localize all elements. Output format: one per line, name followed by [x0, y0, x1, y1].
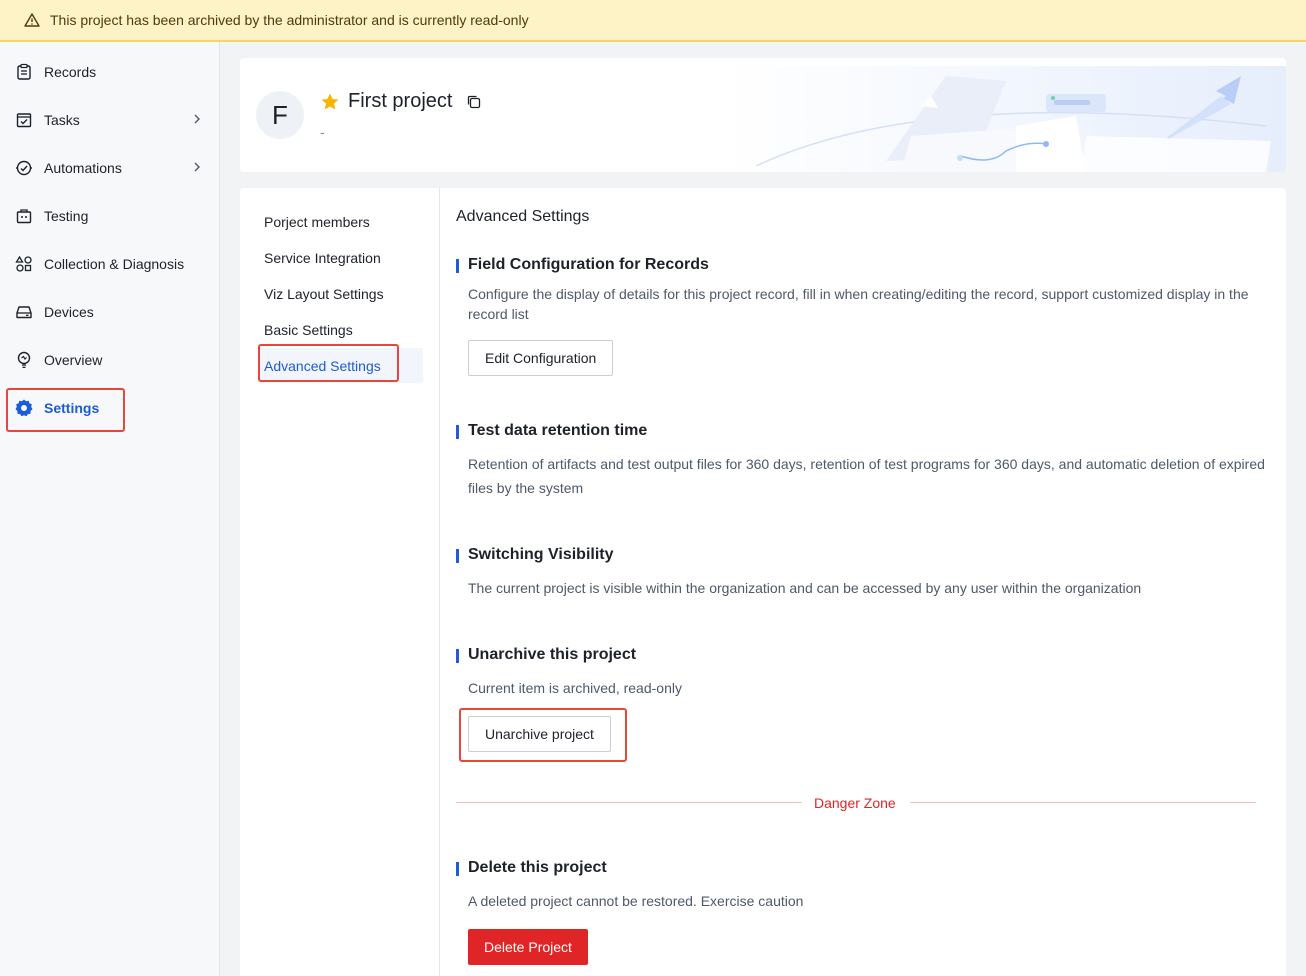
- section-desc-unarchive: Current item is archived, read-only: [468, 680, 682, 696]
- project-header: F First project -: [240, 58, 1286, 172]
- project-title: First project: [348, 90, 453, 112]
- chevron-right-icon: [190, 160, 204, 174]
- sidebar-item-devices[interactable]: Devices: [8, 290, 212, 334]
- collection-icon: [14, 254, 34, 274]
- warning-icon: [24, 12, 40, 28]
- sidebar-item-testing[interactable]: Testing: [8, 194, 212, 238]
- subnav-item-basic-settings[interactable]: Basic Settings: [264, 322, 353, 338]
- delete-project-button[interactable]: Delete Project: [468, 929, 588, 965]
- sidebar-item-tasks[interactable]: Tasks: [8, 98, 212, 142]
- subnav-item-project-members[interactable]: Porject members: [264, 214, 370, 230]
- overview-icon: [14, 350, 34, 370]
- banner-text: This project has been archived by the ad…: [50, 12, 529, 28]
- advanced-settings-content: Advanced Settings Field Configuration fo…: [456, 188, 1270, 976]
- section-title-delete: Delete this project: [456, 859, 607, 877]
- star-icon[interactable]: [320, 92, 340, 112]
- settings-subnav: Porject members Service Integration Viz …: [240, 188, 440, 976]
- sidebar-item-label: Automations: [44, 160, 122, 176]
- devices-icon: [14, 302, 34, 322]
- section-title-visibility: Switching Visibility: [456, 546, 614, 564]
- page-title: Advanced Settings: [456, 208, 590, 225]
- sidebar-item-label: Testing: [44, 208, 89, 224]
- testing-icon: [14, 206, 34, 226]
- tasks-icon: [14, 110, 34, 130]
- danger-zone-divider-right: [910, 802, 1256, 803]
- sidebar-item-label: Records: [44, 64, 97, 80]
- sidebar-item-records[interactable]: Records: [8, 50, 212, 94]
- project-subtitle: -: [320, 124, 325, 140]
- danger-zone-label: Danger Zone: [814, 795, 896, 811]
- project-avatar: F: [256, 91, 304, 139]
- sidebar-item-automations[interactable]: Automations: [8, 146, 212, 190]
- section-desc-delete: A deleted project cannot be restored. Ex…: [468, 893, 804, 909]
- sidebar-item-label: Collection & Diagnosis: [44, 256, 185, 272]
- highlight-box: [258, 344, 399, 382]
- highlight-box: [6, 388, 125, 432]
- automations-icon: [14, 158, 34, 178]
- section-title-field-config: Field Configuration for Records: [456, 256, 709, 274]
- sidebar-item-label: Overview: [44, 352, 103, 368]
- project-title-row: First project: [320, 90, 482, 113]
- edit-configuration-button[interactable]: Edit Configuration: [468, 340, 614, 376]
- danger-zone-divider-left: [456, 802, 802, 803]
- chevron-right-icon: [190, 112, 204, 126]
- sidebar-item-collection-diagnosis[interactable]: Collection & Diagnosis: [8, 242, 212, 286]
- section-desc-visibility: The current project is visible within th…: [468, 580, 1142, 596]
- sidebar-item-label: Devices: [44, 304, 94, 320]
- archive-banner: This project has been archived by the ad…: [0, 0, 1306, 42]
- sidebar: Records Tasks Automations Testing Collec…: [0, 42, 220, 976]
- subnav-item-service-integration[interactable]: Service Integration: [264, 250, 381, 266]
- section-desc-retention: Retention of artifacts and test output f…: [468, 456, 1265, 496]
- section-title-unarchive: Unarchive this project: [456, 646, 636, 664]
- section-title-retention: Test data retention time: [456, 422, 647, 440]
- copy-icon[interactable]: [466, 94, 482, 110]
- section-desc-field-config: Configure the display of details for thi…: [468, 286, 1249, 322]
- sidebar-item-label: Tasks: [44, 112, 80, 128]
- unarchive-project-button[interactable]: Unarchive project: [468, 716, 611, 752]
- records-icon: [14, 62, 34, 82]
- sidebar-item-overview[interactable]: Overview: [8, 338, 212, 382]
- subnav-item-viz-layout-settings[interactable]: Viz Layout Settings: [264, 286, 384, 302]
- header-illustration: [726, 66, 1286, 172]
- sidebar-item-settings[interactable]: Settings: [6, 386, 212, 432]
- settings-panel: Porject members Service Integration Viz …: [240, 188, 1286, 976]
